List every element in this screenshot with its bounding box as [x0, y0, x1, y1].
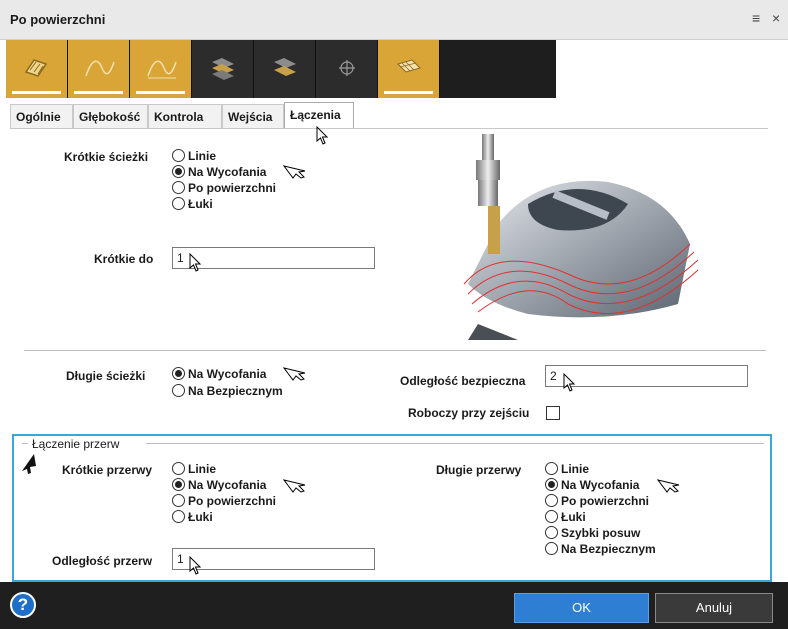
- strategy-toolbar: [6, 40, 556, 98]
- radio-button: [172, 197, 185, 210]
- surface-pattern-icon: [24, 59, 48, 77]
- layers-icon: [274, 58, 296, 76]
- pointer-hint-icon: [283, 479, 306, 493]
- radio-button: [172, 181, 185, 194]
- window-title: Po powierzchni: [10, 12, 106, 27]
- long-gaps-option-arcs[interactable]: Łuki: [545, 509, 586, 525]
- short-paths-option-retract[interactable]: Na Wycofania: [172, 164, 266, 180]
- title-bar: Po powierzchni ≡ ×: [0, 0, 788, 40]
- curve-button-2[interactable]: [130, 40, 192, 98]
- group-title-line: [22, 443, 28, 444]
- curve-button-1[interactable]: [68, 40, 130, 98]
- short-paths-option-surface[interactable]: Po powierzchni: [172, 180, 276, 196]
- radio-button: [172, 494, 185, 507]
- toolpath-preview-image: [463, 134, 699, 340]
- close-icon[interactable]: ×: [772, 10, 780, 26]
- short-gaps-option-surface[interactable]: Po powierzchni: [172, 493, 276, 509]
- tab-general[interactable]: Ogólnie: [10, 104, 73, 128]
- curve-icon: [85, 60, 115, 77]
- tab-depth[interactable]: Głębokość: [73, 104, 148, 128]
- work-exit-label: Roboczy przy zejściu: [408, 406, 530, 420]
- active-underline: [384, 91, 433, 94]
- machining-illustration: [458, 134, 704, 340]
- short-paths-label: Krótkie ścieżki: [64, 150, 149, 164]
- work-exit-checkbox[interactable]: [546, 406, 560, 420]
- tab-linking[interactable]: Łączenia: [284, 102, 354, 129]
- radio-button-selected: [172, 367, 185, 380]
- radio-button: [172, 510, 185, 523]
- radio-button: [172, 149, 185, 162]
- radio-button: [545, 542, 558, 555]
- ok-button[interactable]: OK: [514, 593, 649, 623]
- layers-button-2[interactable]: [254, 40, 316, 98]
- short-gaps-option-lines[interactable]: Linie: [172, 461, 216, 477]
- surface-grid-icon: [397, 59, 421, 73]
- group-title-line: [146, 443, 764, 444]
- curve-icon: [147, 60, 177, 79]
- gap-distance-label: Odległość przerw: [52, 554, 153, 568]
- active-underline: [136, 91, 185, 94]
- active-underline: [74, 91, 123, 94]
- short-gaps-option-arcs[interactable]: Łuki: [172, 509, 213, 525]
- long-paths-label: Długie ścieżki: [66, 369, 146, 383]
- menu-icon[interactable]: ≡: [752, 10, 760, 26]
- layers-icon: [212, 58, 234, 80]
- mouse-pointer-icon: [316, 126, 329, 145]
- section-divider: [24, 350, 766, 351]
- long-paths-option-safe[interactable]: Na Bezpiecznym: [172, 383, 283, 399]
- surface-grid-button[interactable]: [378, 40, 440, 98]
- dialog-footer: ? OK Anuluj: [0, 582, 788, 629]
- mouse-pointer-icon: [189, 253, 202, 272]
- help-icon[interactable]: ?: [10, 592, 36, 618]
- pointer-hint-icon: [283, 165, 306, 179]
- pointer-hint-icon: [657, 479, 680, 493]
- layers-button-1[interactable]: [192, 40, 254, 98]
- long-paths-option-retract[interactable]: Na Wycofania: [172, 366, 266, 382]
- active-underline: [12, 91, 61, 94]
- short-gaps-label: Krótkie przerwy: [62, 463, 153, 477]
- pointer-hint-icon: [283, 367, 306, 381]
- crosshair-icon: [339, 60, 355, 76]
- radio-button: [172, 462, 185, 475]
- radio-button-selected: [172, 478, 185, 491]
- tab-underline: [10, 128, 768, 129]
- long-gaps-option-safe[interactable]: Na Bezpiecznym: [545, 541, 656, 557]
- long-gaps-option-lines[interactable]: Linie: [545, 461, 589, 477]
- surface-pattern-button[interactable]: [6, 40, 68, 98]
- tab-entries[interactable]: Wejścia: [222, 104, 284, 128]
- short-paths-option-lines[interactable]: Linie: [172, 148, 216, 164]
- short-to-label: Krótkie do: [94, 252, 154, 266]
- radio-button: [545, 510, 558, 523]
- short-gaps-option-retract[interactable]: Na Wycofania: [172, 477, 266, 493]
- long-gaps-option-surface[interactable]: Po powierzchni: [545, 493, 649, 509]
- safe-distance-label: Odległość bezpieczna: [400, 374, 526, 388]
- radio-button-selected: [172, 165, 185, 178]
- radio-button: [545, 494, 558, 507]
- radio-button-selected: [545, 478, 558, 491]
- long-gaps-option-rapid[interactable]: Szybki posuw: [545, 525, 640, 541]
- cancel-button[interactable]: Anuluj: [655, 593, 773, 623]
- arrow-cursor-icon: [22, 454, 36, 474]
- radio-button: [545, 526, 558, 539]
- radio-button: [545, 462, 558, 475]
- crosshair-button[interactable]: [316, 40, 378, 98]
- gap-linking-title: Łączenie przerw: [30, 437, 122, 451]
- tab-control[interactable]: Kontrola: [148, 104, 222, 128]
- mouse-pointer-icon: [563, 373, 576, 392]
- mouse-pointer-icon: [189, 556, 202, 575]
- short-paths-option-arcs[interactable]: Łuki: [172, 196, 213, 212]
- radio-button: [172, 384, 185, 397]
- long-gaps-label: Długie przerwy: [436, 463, 522, 477]
- long-gaps-option-retract[interactable]: Na Wycofania: [545, 477, 639, 493]
